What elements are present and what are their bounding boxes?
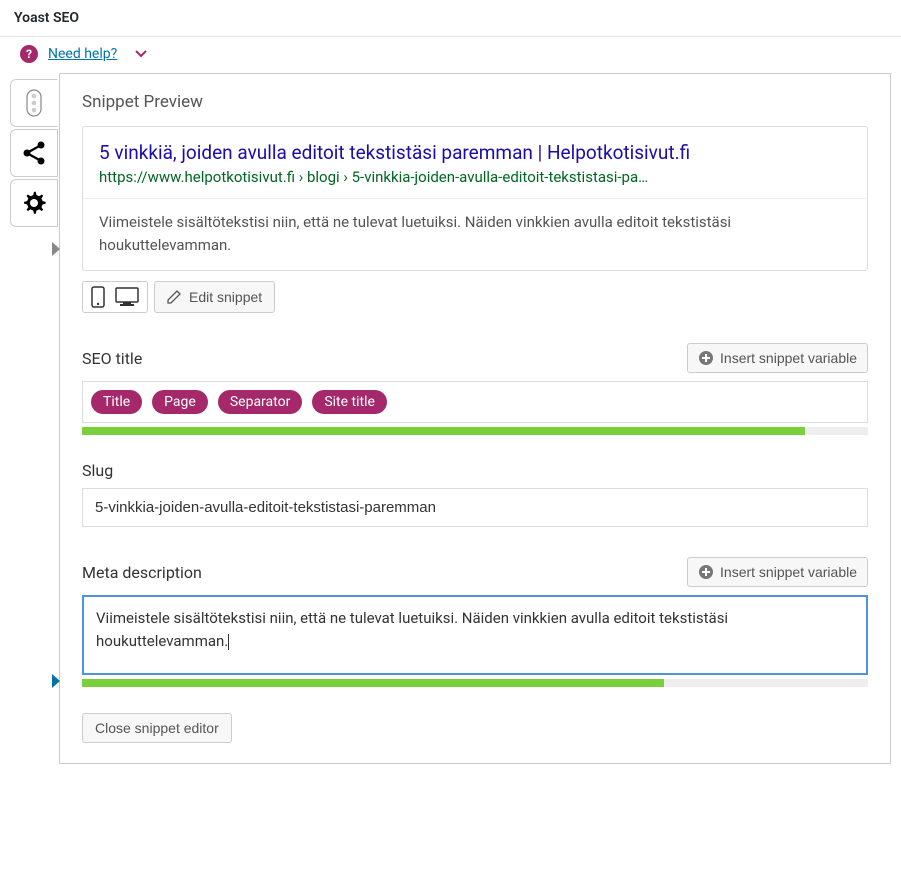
plus-circle-icon bbox=[698, 564, 714, 580]
preview-title[interactable]: 5 vinkkiä, joiden avulla editoit tekstis… bbox=[99, 141, 851, 164]
tab-social[interactable] bbox=[10, 129, 58, 177]
variable-pill[interactable]: Title bbox=[91, 390, 142, 414]
variable-pill[interactable]: Separator bbox=[218, 390, 302, 414]
snippet-preview-heading: Snippet Preview bbox=[82, 92, 868, 112]
caret-icon bbox=[52, 242, 60, 256]
chevron-down-icon bbox=[135, 50, 147, 58]
edit-snippet-button[interactable]: Edit snippet bbox=[154, 281, 275, 313]
insert-variable-button[interactable]: Insert snippet variable bbox=[687, 557, 868, 587]
seo-title-field[interactable]: Title Page Separator Site title bbox=[82, 381, 868, 423]
mobile-icon[interactable] bbox=[91, 286, 105, 308]
help-icon[interactable]: ? bbox=[20, 45, 38, 63]
preview-description[interactable]: Viimeistele sisältötekstisi niin, että n… bbox=[99, 211, 851, 256]
meta-description-input[interactable]: Viimeistele sisältötekstisi niin, että n… bbox=[82, 595, 868, 675]
tab-readability[interactable] bbox=[10, 79, 58, 127]
seo-title-progress bbox=[82, 427, 868, 435]
plus-circle-icon bbox=[698, 350, 714, 366]
insert-variable-button[interactable]: Insert snippet variable bbox=[687, 343, 868, 373]
device-toggle[interactable] bbox=[82, 281, 148, 313]
caret-icon bbox=[52, 674, 60, 688]
tab-advanced[interactable] bbox=[10, 179, 58, 227]
metabox-title: Yoast SEO bbox=[0, 0, 901, 36]
slug-input[interactable] bbox=[82, 488, 868, 527]
seo-title-label: SEO title bbox=[82, 349, 142, 368]
slug-label: Slug bbox=[82, 461, 868, 480]
variable-pill[interactable]: Page bbox=[152, 390, 208, 414]
close-snippet-button[interactable]: Close snippet editor bbox=[82, 713, 232, 743]
pencil-icon bbox=[167, 290, 181, 304]
snippet-preview-box: 5 vinkkiä, joiden avulla editoit tekstis… bbox=[82, 126, 868, 271]
meta-description-progress bbox=[82, 679, 868, 687]
variable-pill[interactable]: Site title bbox=[312, 390, 387, 414]
need-help-link[interactable]: Need help? bbox=[48, 46, 117, 62]
desktop-icon[interactable] bbox=[115, 287, 139, 307]
preview-url: https://www.helpotkotisivut.fi › blogi ›… bbox=[99, 168, 851, 186]
meta-description-label: Meta description bbox=[82, 563, 202, 582]
